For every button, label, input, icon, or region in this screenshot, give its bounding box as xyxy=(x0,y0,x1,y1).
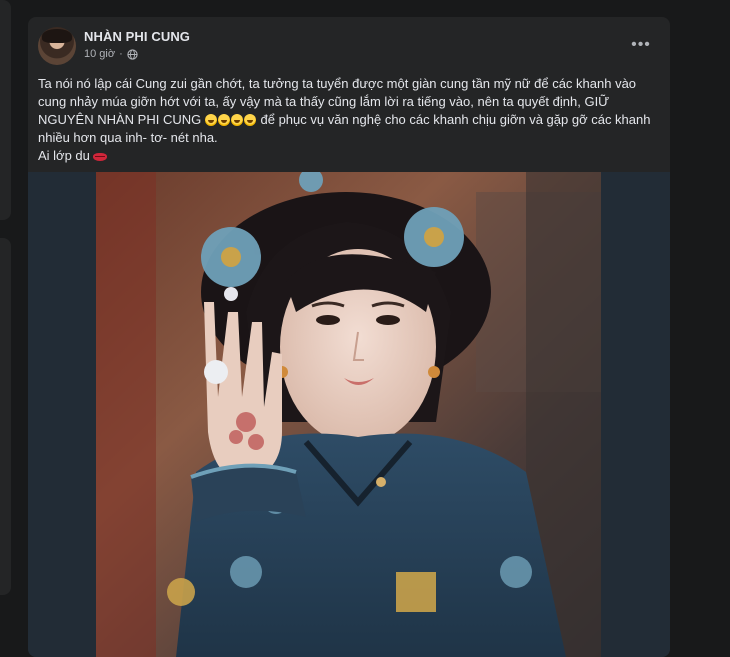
post-text: Ta nói nó lập cái Cung zui gần chớt, ta … xyxy=(38,75,658,165)
post-media[interactable] xyxy=(28,172,670,657)
rofl-emoji-icon xyxy=(230,114,243,126)
more-options-icon: ••• xyxy=(631,36,651,53)
rofl-emoji-icon xyxy=(243,114,256,126)
post-timestamp[interactable]: 10 giờ xyxy=(84,48,115,60)
post-photo[interactable] xyxy=(96,172,601,657)
post-meta: 10 giờ · xyxy=(84,48,138,60)
avatar-hair xyxy=(42,29,72,43)
left-column-card xyxy=(0,238,11,595)
rofl-emoji-icon xyxy=(204,114,217,126)
author-name[interactable]: NHÀN PHI CUNG xyxy=(84,29,190,44)
post-options-button[interactable]: ••• xyxy=(626,33,656,57)
rofl-emoji-icon xyxy=(217,114,230,126)
post-paragraph: Ta nói nó lập cái Cung zui gần chớt, ta … xyxy=(38,75,658,147)
post-text-line2: Ai lớp du xyxy=(38,148,90,163)
photo-illustration xyxy=(96,172,601,657)
meta-separator: · xyxy=(119,48,123,60)
feed-post: NHÀN PHI CUNG 10 giờ · ••• Ta nói nó lập… xyxy=(28,17,670,657)
lips-icon xyxy=(92,153,107,161)
left-column-card xyxy=(0,0,11,220)
author-avatar[interactable] xyxy=(38,27,76,65)
globe-icon xyxy=(127,48,138,60)
post-paragraph-2: Ai lớp du xyxy=(38,147,658,165)
post-header: NHÀN PHI CUNG 10 giờ · ••• xyxy=(28,17,670,73)
